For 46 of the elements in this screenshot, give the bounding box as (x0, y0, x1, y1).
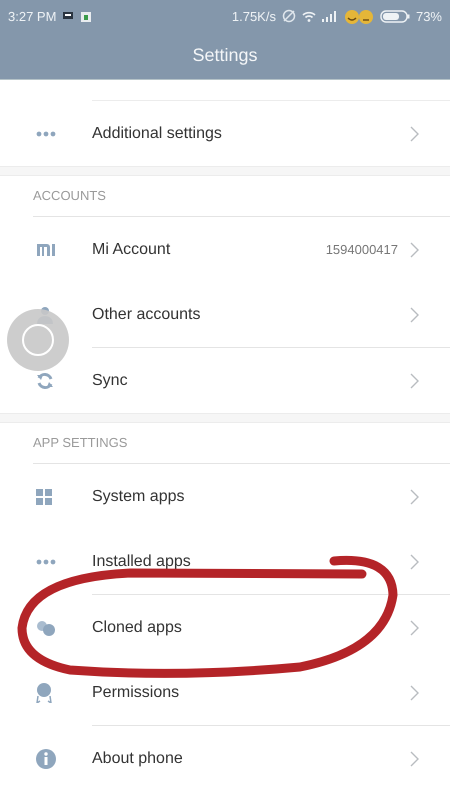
mi-logo-icon (36, 242, 56, 256)
section-header: APP SETTINGS (32, 434, 128, 452)
item-label: Mi Account (92, 240, 172, 258)
settings-item[interactable]: Permissions (0, 660, 450, 725)
item-label: Other accounts (92, 306, 202, 324)
chevron-icon (410, 684, 419, 700)
settings-item[interactable]: Cloned apps (0, 595, 450, 660)
battery-percent: 73% (416, 8, 442, 24)
battery-icon (380, 10, 410, 22)
item-label: Additional settings (92, 124, 223, 142)
item-label: Permissions (92, 684, 180, 702)
settings-item[interactable]: Mi Account 1594000417 (0, 217, 450, 282)
badge-icon (36, 682, 52, 702)
chevron-icon (410, 372, 419, 388)
clock: 3:27 PM (8, 8, 56, 24)
grid-icon (36, 488, 52, 504)
item-value: 1594000417 (326, 242, 398, 257)
item-label: Installed apps (92, 552, 192, 570)
settings-item[interactable]: Additional settings (0, 101, 450, 166)
section-header: ACCOUNTS (32, 187, 107, 205)
settings-item[interactable]: Sync (0, 348, 450, 413)
window-title: Settings (192, 45, 258, 66)
bubbles-icon (36, 620, 56, 636)
item-label: Sync (92, 372, 129, 390)
chevron-icon (410, 488, 419, 504)
chevron-icon (410, 242, 419, 258)
chevron-icon (410, 554, 419, 570)
chevron-icon (410, 750, 419, 766)
wifi-icon (302, 10, 316, 22)
network-speed: 1.75K/s (232, 8, 276, 24)
settings-item[interactable]: System apps (0, 464, 450, 529)
chevron-icon (410, 306, 419, 322)
item-label: Cloned apps (92, 618, 183, 636)
chevron-icon (410, 126, 419, 142)
item-label: About phone (92, 750, 184, 768)
settings-item[interactable]: Installed apps (0, 529, 450, 594)
settings-item[interactable]: About phone (0, 726, 450, 791)
signal-icon (322, 10, 338, 22)
info-icon (36, 748, 56, 768)
emoji-icon (344, 8, 374, 24)
sync-icon (36, 372, 54, 390)
dots-icon (36, 558, 56, 564)
item-label: System apps (92, 488, 186, 506)
message-icon (62, 10, 74, 22)
chevron-icon (410, 620, 419, 636)
dots-icon (36, 130, 56, 136)
